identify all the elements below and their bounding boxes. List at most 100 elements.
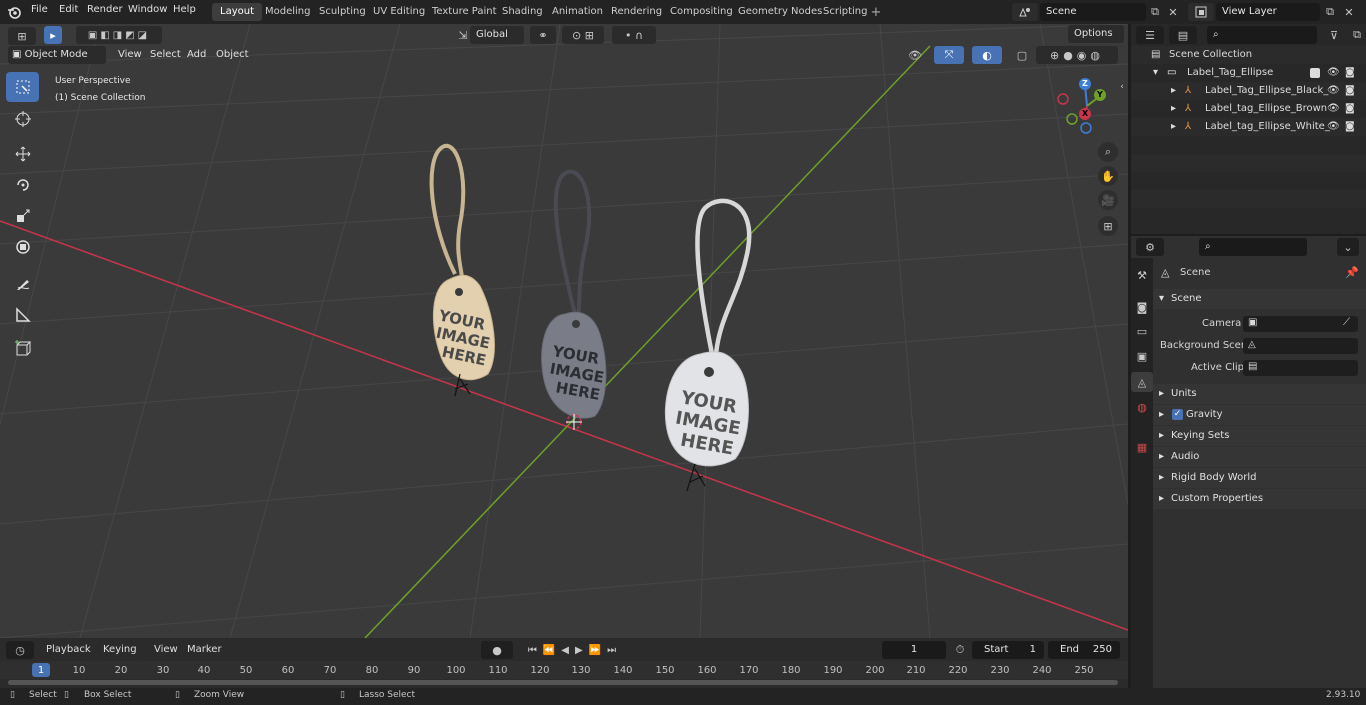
- perspective-toggle-icon[interactable]: ⊞: [1098, 216, 1118, 236]
- end-frame-field[interactable]: End 250: [1048, 641, 1120, 659]
- menu-help[interactable]: Help: [173, 4, 196, 15]
- properties-editor-icon[interactable]: ⚙: [1136, 238, 1164, 256]
- playback-dropdown[interactable]: Playback: [40, 641, 97, 659]
- tool-scale[interactable]: [6, 201, 39, 231]
- outliner-row-object[interactable]: ▸ ⅄ Label_tag_Ellipse_White_ 👁 ◙: [1131, 118, 1366, 136]
- pivot-icon[interactable]: ⚭: [530, 26, 556, 44]
- proportional-edit-icon[interactable]: • ∩: [612, 26, 656, 44]
- gizmo-toggle-icon[interactable]: ⤧: [934, 46, 964, 64]
- outliner-row-object[interactable]: ▸ ⅄ Label_tag_Ellipse_Brown 👁 ◙: [1131, 100, 1366, 118]
- filter-icon[interactable]: ⊽: [1321, 26, 1347, 44]
- audio-panel[interactable]: ▸ Audio: [1153, 447, 1366, 467]
- object-mode-dropdown[interactable]: ▣ Object Mode: [8, 46, 106, 64]
- expand-arrow-icon[interactable]: ▸: [1171, 100, 1176, 118]
- tab-scripting[interactable]: Scripting: [815, 3, 875, 21]
- properties-search[interactable]: ⌕: [1199, 238, 1307, 256]
- camera-view-icon[interactable]: 🎥: [1098, 190, 1118, 210]
- outliner-search[interactable]: ⌕: [1207, 26, 1317, 44]
- tab-animation[interactable]: Animation: [544, 3, 611, 21]
- xray-icon[interactable]: ▢: [1014, 46, 1030, 64]
- visibility-icon[interactable]: 👁: [902, 46, 928, 64]
- editor-type-icon[interactable]: ⊞: [8, 27, 36, 45]
- custom-properties-panel[interactable]: ▸ Custom Properties: [1153, 489, 1366, 509]
- menu-render[interactable]: Render: [87, 4, 123, 15]
- delete-scene-icon[interactable]: ✕: [1165, 3, 1181, 21]
- render-tab-icon[interactable]: ◙: [1133, 298, 1151, 316]
- pan-hand-icon[interactable]: ✋: [1098, 166, 1118, 186]
- timeline-editor-icon[interactable]: ◷: [6, 641, 34, 659]
- scene-tab-icon[interactable]: ◬: [1131, 372, 1153, 392]
- units-panel[interactable]: ▸ Units: [1153, 384, 1366, 404]
- options-dropdown[interactable]: Options: [1068, 25, 1124, 43]
- eye-icon[interactable]: 👁: [1327, 64, 1340, 82]
- view-layer-icon[interactable]: [1188, 3, 1214, 21]
- tool-tab-icon[interactable]: ⚒: [1133, 266, 1151, 284]
- zoom-icon[interactable]: ⌕: [1098, 142, 1118, 162]
- tool-move[interactable]: [6, 139, 39, 169]
- expand-arrow-icon[interactable]: ▾: [1153, 64, 1158, 82]
- tool-cursor[interactable]: [6, 104, 39, 134]
- tool-select-box[interactable]: [6, 72, 39, 102]
- tab-layout[interactable]: Layout: [212, 3, 262, 21]
- shading-modes-icon[interactable]: ⊕●◉◍: [1036, 46, 1118, 64]
- render-camera-icon[interactable]: ◙: [1345, 100, 1355, 118]
- view-layer-field[interactable]: View Layer: [1216, 3, 1320, 21]
- timeline-view-menu[interactable]: View: [148, 641, 184, 659]
- render-camera-icon[interactable]: ◙: [1345, 64, 1355, 82]
- rigid-body-world-panel[interactable]: ▸ Rigid Body World: [1153, 468, 1366, 488]
- background-scene-field[interactable]: ◬: [1243, 338, 1358, 354]
- new-scene-icon[interactable]: ⧉: [1147, 3, 1163, 21]
- playback-controls[interactable]: ⏮⏪◀▶⏩⏭: [520, 641, 630, 659]
- tool-measure[interactable]: [6, 300, 39, 330]
- snap-icon[interactable]: ⊙ ⊞: [562, 26, 604, 44]
- eyedropper-icon[interactable]: ⟋: [1343, 317, 1350, 328]
- tab-texture-paint[interactable]: Texture Paint: [424, 3, 505, 21]
- gravity-panel[interactable]: ▸ ✓ Gravity: [1153, 405, 1366, 425]
- menu-view[interactable]: View: [112, 46, 148, 64]
- outliner-editor-icon[interactable]: ☰: [1136, 26, 1164, 44]
- add-workspace-icon[interactable]: +: [869, 5, 883, 20]
- tool-annotate[interactable]: [6, 269, 39, 299]
- view-layer-tab-icon[interactable]: ▣: [1133, 347, 1151, 365]
- render-camera-icon[interactable]: ◙: [1345, 82, 1355, 100]
- scene-selector-icon[interactable]: [1012, 3, 1038, 21]
- include-checkbox[interactable]: [1310, 68, 1320, 78]
- render-camera-icon[interactable]: ◙: [1345, 118, 1355, 136]
- blender-logo-icon[interactable]: [6, 4, 22, 20]
- new-view-layer-icon[interactable]: ⧉: [1322, 3, 1338, 21]
- overlay-toggle-icon[interactable]: ◐: [972, 46, 1002, 64]
- pin-icon[interactable]: 📌: [1345, 266, 1359, 279]
- texture-tab-icon[interactable]: ▦: [1133, 438, 1151, 456]
- select-mode-icons[interactable]: ▣◧◨◩◪: [76, 26, 162, 44]
- menu-file[interactable]: File: [31, 4, 48, 15]
- stopwatch-icon[interactable]: ⏱: [952, 641, 968, 659]
- sidebar-toggle-icon[interactable]: ‹: [1117, 80, 1127, 94]
- scene-panel-header[interactable]: ▾ Scene: [1153, 289, 1366, 309]
- tab-shading[interactable]: Shading: [494, 3, 551, 21]
- tool-transform[interactable]: [6, 232, 39, 262]
- menu-object[interactable]: Object: [210, 46, 255, 64]
- scene-field[interactable]: Scene: [1040, 3, 1146, 21]
- record-icon[interactable]: ●: [481, 641, 513, 659]
- eye-icon[interactable]: 👁: [1327, 118, 1340, 136]
- camera-field[interactable]: ▣ ⟋: [1243, 316, 1358, 332]
- start-frame-field[interactable]: Start 1: [972, 641, 1044, 659]
- navigation-gizmo[interactable]: Z Y X: [1055, 76, 1119, 140]
- expand-arrow-icon[interactable]: ▸: [1171, 118, 1176, 136]
- world-tab-icon[interactable]: ◍: [1133, 398, 1151, 416]
- current-frame-field[interactable]: 1: [882, 641, 946, 659]
- output-tab-icon[interactable]: ▭: [1133, 322, 1151, 340]
- keying-sets-panel[interactable]: ▸ Keying Sets: [1153, 426, 1366, 446]
- keying-dropdown[interactable]: Keying: [97, 641, 143, 659]
- expand-arrow-icon[interactable]: ▸: [1171, 82, 1176, 100]
- delete-view-layer-icon[interactable]: ✕: [1341, 3, 1357, 21]
- new-collection-icon[interactable]: ⧉: [1349, 26, 1365, 44]
- timeline-marker-menu[interactable]: Marker: [181, 641, 228, 659]
- 3d-viewport[interactable]: YOUR IMAGE HERE YOUR IMAGE HERE YOUR IMA…: [0, 24, 1128, 638]
- properties-options-icon[interactable]: ⌄: [1337, 238, 1359, 256]
- tool-rotate[interactable]: [6, 170, 39, 200]
- timeline-scrollbar[interactable]: [8, 680, 1118, 685]
- outliner-row-scene-collection[interactable]: ▤ Scene Collection: [1131, 46, 1366, 64]
- active-clip-field[interactable]: ▤: [1243, 360, 1358, 376]
- tab-compositing[interactable]: Compositing: [662, 3, 741, 21]
